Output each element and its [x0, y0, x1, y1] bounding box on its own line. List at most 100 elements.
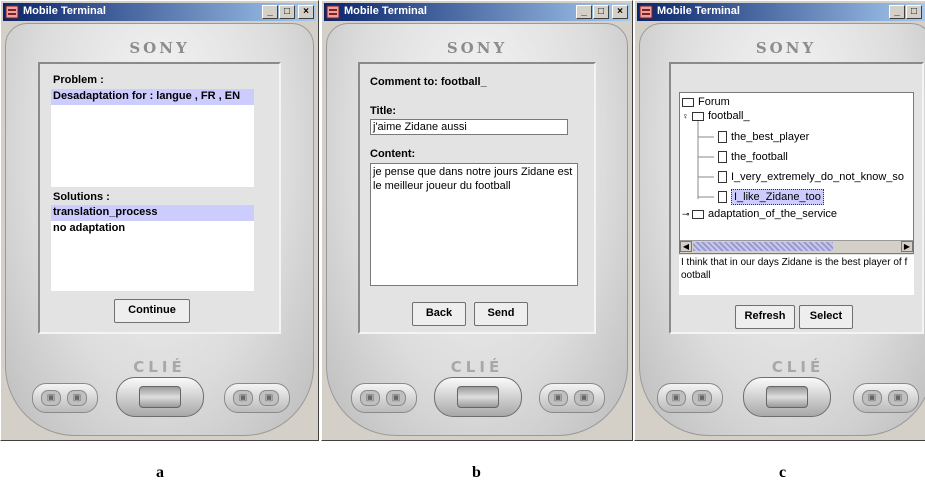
device-screen: Comment to: football_ Title: j'aime Zida…	[358, 62, 596, 334]
horizontal-scrollbar[interactable]: ◀ ▶	[680, 240, 913, 253]
tree-node-forum[interactable]: Forum	[682, 95, 730, 109]
app-icon	[5, 5, 19, 19]
collapsed-key-icon[interactable]: ⊸	[682, 209, 690, 218]
sony-logo: SONY	[129, 39, 190, 57]
title-bar[interactable]: Mobile Terminal _ □ ×	[324, 3, 630, 21]
problem-list[interactable]: Desadaptation for : langue , FR , EN	[51, 89, 254, 187]
maximize-button[interactable]: □	[593, 5, 609, 19]
jog-dial[interactable]	[434, 377, 522, 417]
refresh-button[interactable]: Refresh	[735, 305, 795, 329]
right-button-pad: ▣ ▣	[539, 383, 605, 413]
hardware-controls: ▣ ▣ ▣ ▣	[640, 377, 925, 422]
page-icon	[718, 171, 727, 183]
clie-device: SONY Forum ♀ football_ the_best_player t…	[639, 23, 925, 436]
folder-open-icon	[692, 111, 704, 121]
sony-logo: SONY	[755, 39, 817, 57]
sony-logo: SONY	[446, 39, 508, 57]
scroll-rocker-icon[interactable]	[766, 386, 808, 408]
left-button-pad: ▣ ▣	[32, 383, 98, 413]
window-a: Mobile Terminal _ □ × SONY Problem : Des…	[0, 0, 319, 441]
expanded-key-icon[interactable]: ♀	[682, 111, 689, 120]
app-icon	[639, 5, 653, 19]
right-button-pad: ▣ ▣	[224, 383, 290, 413]
calendar-button-icon[interactable]: ▣	[41, 390, 61, 406]
scroll-right-icon[interactable]: ▶	[901, 241, 913, 252]
clie-logo: CLIÉ	[450, 358, 504, 376]
jog-dial[interactable]	[743, 377, 831, 417]
todo-button-icon[interactable]: ▣	[862, 390, 882, 406]
content-label: Content:	[370, 148, 416, 160]
device-screen: Forum ♀ football_ the_best_player the_fo…	[669, 62, 924, 334]
send-button[interactable]: Send	[474, 302, 528, 326]
right-button-pad: ▣ ▣	[853, 383, 919, 413]
select-button[interactable]: Select	[799, 305, 853, 329]
page-icon	[718, 151, 727, 163]
tree-node-adaptation[interactable]: ⊸ adaptation_of_the_service	[682, 207, 837, 221]
todo-button-icon[interactable]: ▣	[548, 390, 568, 406]
address-button-icon[interactable]: ▣	[67, 390, 87, 406]
maximize-button[interactable]: □	[279, 5, 295, 19]
continue-button[interactable]: Continue	[114, 299, 190, 323]
tree-lines	[697, 121, 714, 199]
window-b: Mobile Terminal _ □ × SONY Comment to: f…	[321, 0, 633, 441]
tree-item-thread-selected[interactable]: I_like_Zidane_too	[718, 189, 824, 205]
tree-item-thread[interactable]: the_football	[718, 150, 788, 164]
clie-device: SONY Problem : Desadaptation for : langu…	[5, 23, 314, 436]
hardware-controls: ▣ ▣ ▣ ▣	[327, 377, 627, 422]
solution-item[interactable]: no adaptation	[51, 221, 254, 235]
scroll-rocker-icon[interactable]	[139, 386, 181, 408]
address-button-icon[interactable]: ▣	[692, 390, 712, 406]
message-preview: I think that in our days Zidane is the b…	[679, 255, 914, 295]
memo-button-icon[interactable]: ▣	[888, 390, 908, 406]
maximize-button[interactable]: □	[906, 5, 922, 19]
close-button[interactable]: ×	[298, 5, 314, 19]
caption-c: c	[779, 464, 787, 481]
window-title: Mobile Terminal	[657, 5, 740, 17]
title-bar[interactable]: Mobile Terminal _ □ ×	[637, 3, 925, 21]
problem-item[interactable]: Desadaptation for : langue , FR , EN	[51, 89, 254, 105]
minimize-button[interactable]: _	[262, 5, 278, 19]
solution-item-selected[interactable]: translation_process	[51, 205, 254, 221]
forum-tree[interactable]: Forum ♀ football_ the_best_player the_fo…	[679, 92, 914, 254]
comment-to-label: Comment to: football_	[370, 76, 487, 88]
device-screen: Problem : Desadaptation for : langue , F…	[38, 62, 281, 334]
back-button[interactable]: Back	[412, 302, 466, 326]
window-c: Mobile Terminal _ □ × SONY Forum ♀footba…	[634, 0, 925, 441]
address-button-icon[interactable]: ▣	[386, 390, 406, 406]
calendar-button-icon[interactable]: ▣	[360, 390, 380, 406]
solutions-label: Solutions :	[53, 191, 110, 203]
title-bar[interactable]: Mobile Terminal _ □ ×	[3, 3, 316, 21]
clie-logo: CLIÉ	[133, 358, 186, 376]
window-title: Mobile Terminal	[344, 5, 427, 17]
calendar-button-icon[interactable]: ▣	[666, 390, 686, 406]
caption-b: b	[472, 464, 481, 481]
window-title: Mobile Terminal	[23, 5, 106, 17]
content-textarea[interactable]: je pense que dans notre jours Zidane est…	[370, 163, 578, 286]
scroll-left-icon[interactable]: ◀	[680, 241, 692, 252]
caption-a: a	[156, 464, 164, 481]
solutions-list[interactable]: translation_process no adaptation	[51, 205, 254, 291]
folder-icon	[682, 97, 694, 107]
close-button[interactable]: ×	[612, 5, 628, 19]
page-icon	[718, 131, 727, 143]
left-button-pad: ▣ ▣	[657, 383, 723, 413]
todo-button-icon[interactable]: ▣	[233, 390, 253, 406]
tree-item-thread[interactable]: I_very_extremely_do_not_know_so	[718, 170, 904, 184]
jog-dial[interactable]	[116, 377, 204, 417]
title-input[interactable]: j'aime Zidane aussi	[370, 119, 568, 135]
scroll-thumb[interactable]	[693, 242, 833, 251]
app-icon	[326, 5, 340, 19]
clie-device: SONY Comment to: football_ Title: j'aime…	[326, 23, 628, 436]
title-label: Title:	[370, 105, 397, 117]
scroll-rocker-icon[interactable]	[457, 386, 499, 408]
minimize-button[interactable]: _	[576, 5, 592, 19]
memo-button-icon[interactable]: ▣	[259, 390, 279, 406]
page-icon	[718, 191, 727, 203]
clie-logo: CLIÉ	[771, 358, 825, 376]
minimize-button[interactable]: _	[889, 5, 905, 19]
memo-button-icon[interactable]: ▣	[574, 390, 594, 406]
tree-item-thread[interactable]: the_best_player	[718, 130, 809, 144]
folder-icon	[692, 209, 704, 219]
left-button-pad: ▣ ▣	[351, 383, 417, 413]
problem-label: Problem :	[53, 74, 104, 86]
